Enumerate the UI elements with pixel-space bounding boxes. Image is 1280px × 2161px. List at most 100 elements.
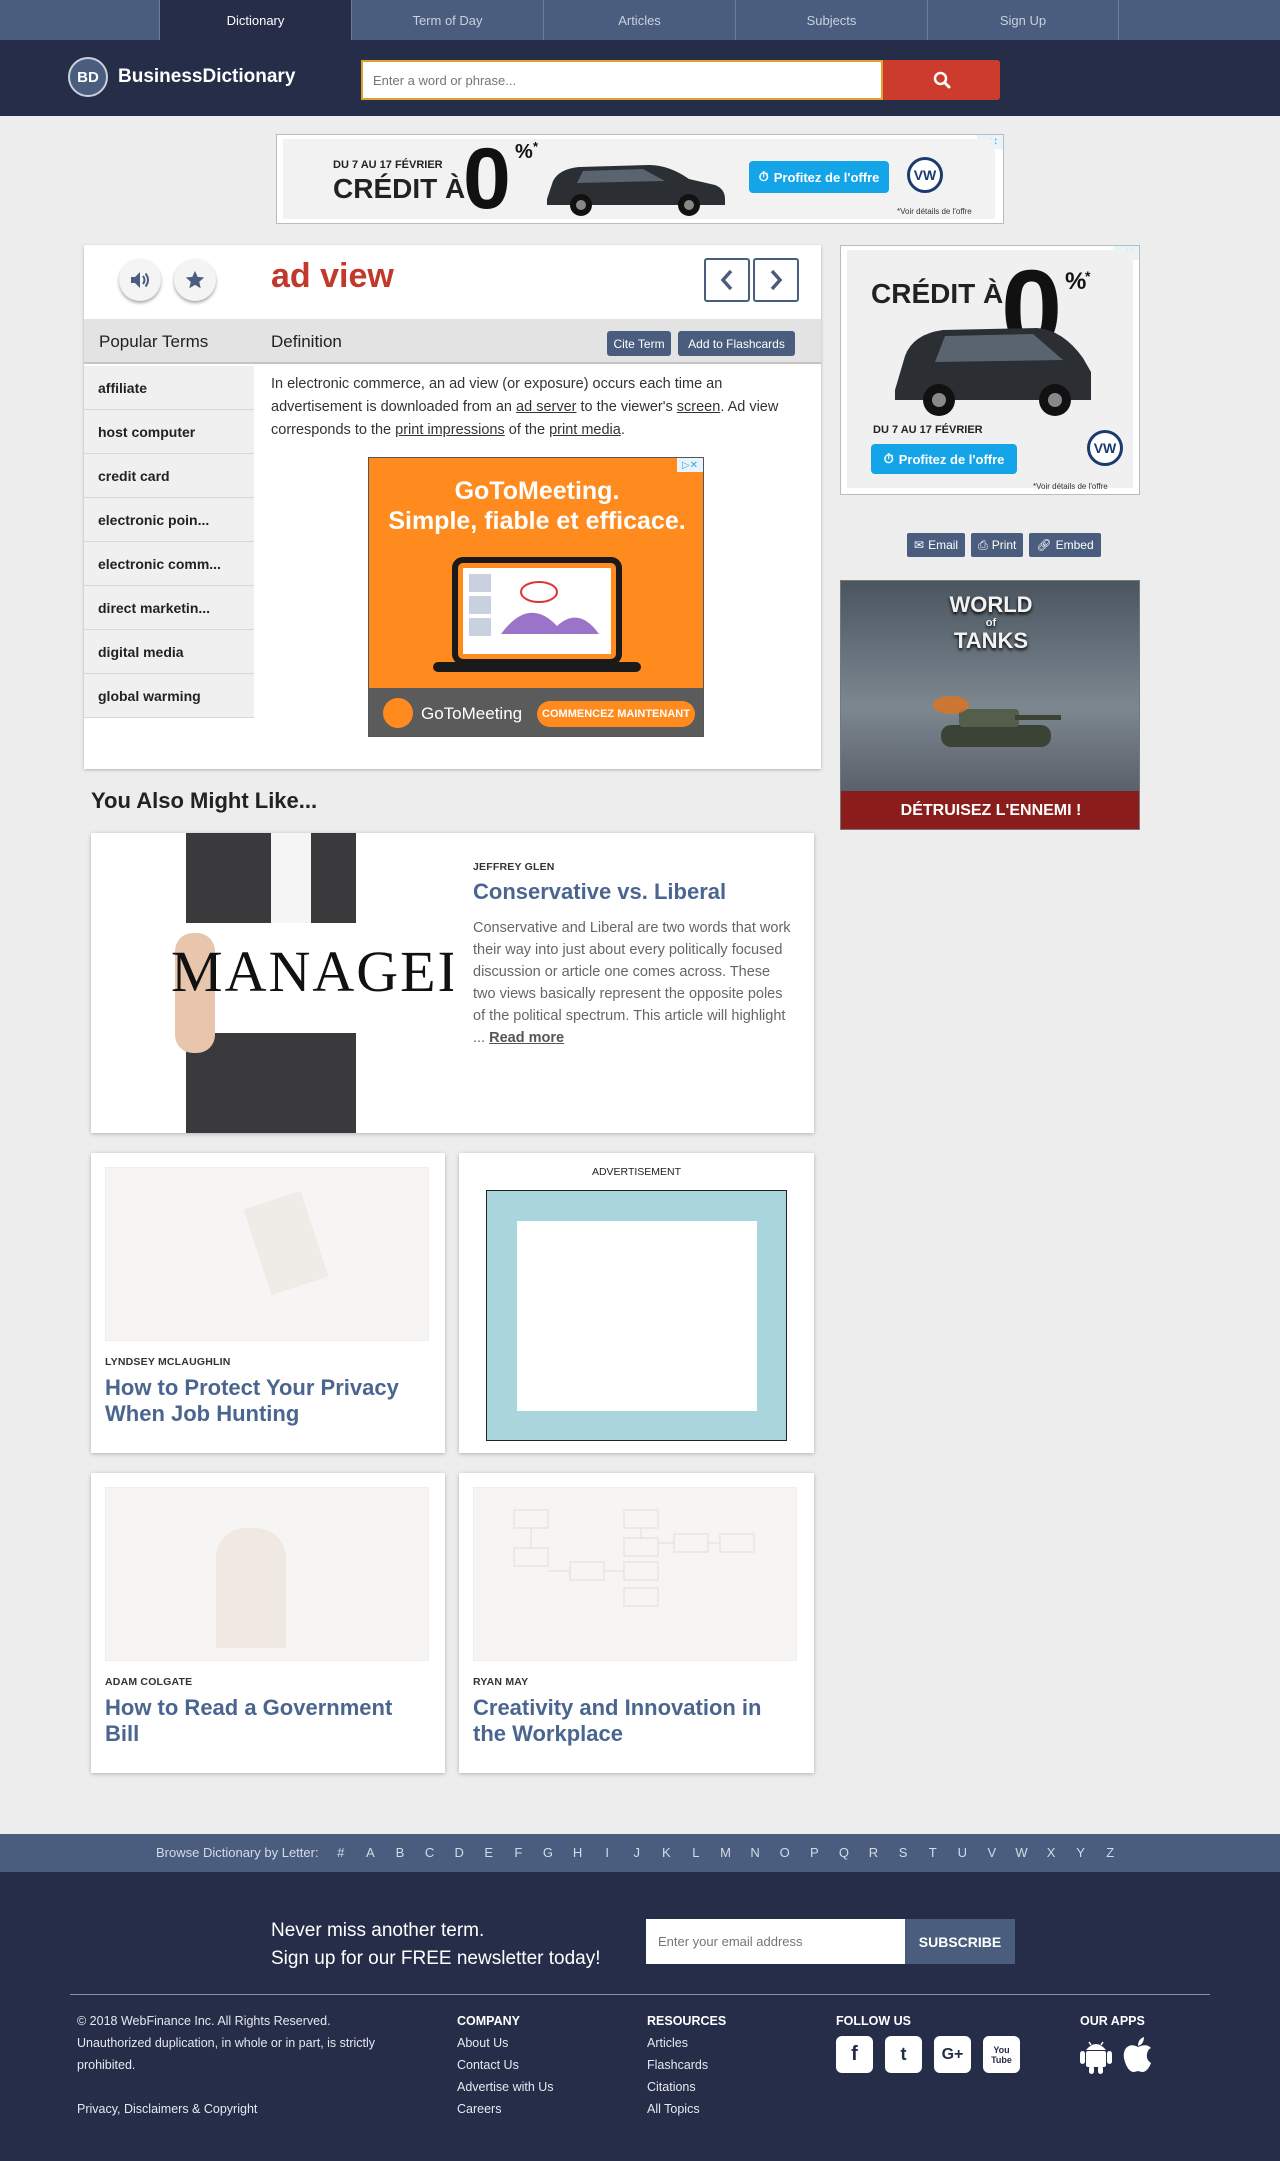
tab-sign-up[interactable]: Sign Up — [927, 0, 1119, 40]
popular-term-item[interactable]: direct marketin... — [84, 586, 254, 630]
right-sidebar-ad[interactable]: ▷✕ CRÉDIT À 0 % * DU 7 AU 17 FÉVRIER ⏱Pr… — [840, 245, 1140, 495]
next-term-button[interactable] — [753, 258, 799, 302]
browse-letter-link[interactable]: A — [356, 1845, 386, 1860]
site-logo[interactable]: BD BusinessDictionary — [68, 57, 295, 97]
footer-link-advertise[interactable]: Advertise with Us — [457, 2076, 554, 2098]
search-button[interactable] — [883, 60, 1000, 100]
browse-letter-link[interactable]: W — [1007, 1845, 1037, 1860]
browse-letter-link[interactable]: H — [563, 1845, 593, 1860]
adchoices-icon[interactable]: ▷✕ — [677, 458, 703, 472]
favorite-button[interactable] — [174, 259, 216, 301]
tab-dictionary[interactable]: Dictionary — [159, 0, 351, 40]
article-card[interactable]: RYAN MAY Creativity and Innovation in th… — [459, 1473, 814, 1773]
facebook-icon[interactable]: f — [836, 2036, 873, 2073]
browse-letter-link[interactable]: M — [711, 1845, 741, 1860]
apple-icon[interactable] — [1122, 2036, 1154, 2074]
browse-letter-link[interactable]: D — [444, 1845, 474, 1860]
article-author: JEFFREY GLEN — [473, 861, 555, 873]
browse-letter-link[interactable]: U — [947, 1845, 977, 1860]
footer-link-contact-us[interactable]: Contact Us — [457, 2054, 554, 2076]
browse-letter-link[interactable]: G — [533, 1845, 563, 1860]
top-banner-ad[interactable]: ▷✕ DU 7 AU 17 FÉVRIER CRÉDIT À 0 % * ⏱Pr… — [276, 134, 1004, 224]
advertisement-card[interactable]: ADVERTISEMENT — [459, 1153, 814, 1453]
browse-letter-link[interactable]: # — [326, 1845, 356, 1860]
footer-link-articles[interactable]: Articles — [647, 2032, 726, 2054]
email-button[interactable]: ✉ Email — [907, 533, 966, 557]
popular-term-item[interactable]: digital media — [84, 630, 254, 674]
browse-letter-link[interactable]: T — [918, 1845, 948, 1860]
tab-subjects[interactable]: Subjects — [735, 0, 927, 40]
link-print-media[interactable]: print media — [549, 422, 621, 438]
add-to-flashcards-button[interactable]: Add to Flashcards — [678, 331, 795, 356]
search-input[interactable] — [361, 60, 883, 100]
youtube-icon[interactable]: You Tube — [983, 2036, 1020, 2073]
browse-letter-link[interactable]: C — [415, 1845, 445, 1860]
subscribe-button[interactable]: SUBSCRIBE — [905, 1919, 1015, 1964]
browse-letter-link[interactable]: F — [504, 1845, 534, 1860]
browse-letter-link[interactable]: Q — [829, 1845, 859, 1860]
gtm-cta-button[interactable]: COMMENCEZ MAINTENANT — [537, 701, 695, 727]
browse-letter-link[interactable]: J — [622, 1845, 652, 1860]
featured-article-card[interactable]: MANAGEI JEFFREY GLEN Conservative vs. Li… — [91, 833, 814, 1133]
definition-text-part: . — [620, 422, 625, 438]
pronounce-button[interactable] — [119, 259, 161, 301]
previous-term-button[interactable] — [704, 258, 750, 302]
link-screen[interactable]: screen — [677, 399, 721, 415]
cite-term-button[interactable]: Cite Term — [607, 331, 671, 356]
article-card[interactable]: ADAM COLGATE How to Read a Government Bi… — [91, 1473, 445, 1773]
popular-term-item[interactable]: affiliate — [84, 366, 254, 410]
newsletter-email-input[interactable] — [646, 1919, 905, 1964]
article-title[interactable]: How to Protect Your Privacy When Job Hun… — [105, 1375, 425, 1427]
offer-button[interactable]: ⏱ Profitez de l'offre — [749, 161, 889, 193]
browse-letter-link[interactable]: S — [888, 1845, 918, 1860]
tab-term-of-day[interactable]: Term of Day — [351, 0, 543, 40]
footer-link-about-us[interactable]: About Us — [457, 2032, 554, 2054]
article-title[interactable]: How to Read a Government Bill — [105, 1695, 425, 1747]
google-plus-icon[interactable]: G+ — [934, 2036, 971, 2073]
definition-panel: ad view Popular Terms Definition Cite Te… — [84, 245, 821, 769]
link-ad-server[interactable]: ad server — [516, 399, 576, 415]
browse-letter-link[interactable]: Z — [1095, 1845, 1125, 1860]
browse-letter-link[interactable]: K — [652, 1845, 682, 1860]
link-print-impressions[interactable]: print impressions — [395, 422, 505, 438]
browse-letter-link[interactable]: P — [800, 1845, 830, 1860]
gtm-brand: GoToMeeting — [421, 704, 523, 723]
offer-button[interactable]: ⏱ Profitez de l'offre — [871, 444, 1017, 474]
privacy-link[interactable]: Privacy, Disclaimers & Copyright — [77, 2098, 422, 2120]
footer-link-flashcards[interactable]: Flashcards — [647, 2054, 726, 2076]
browse-letter-link[interactable]: B — [385, 1845, 415, 1860]
footer-link-careers[interactable]: Careers — [457, 2098, 554, 2120]
world-of-tanks-ad[interactable]: ▷✕ WORLD of TANKS DÉTRUISEZ L'ENNEMI ! — [840, 580, 1140, 830]
article-title[interactable]: Creativity and Innovation in the Workpla… — [473, 1695, 793, 1747]
tab-articles[interactable]: Articles — [543, 0, 735, 40]
popular-term-item[interactable]: global warming — [84, 674, 254, 718]
browse-letter-link[interactable]: O — [770, 1845, 800, 1860]
popular-term-item[interactable]: credit card — [84, 454, 254, 498]
android-icon[interactable] — [1080, 2036, 1112, 2074]
laptop-image — [433, 557, 641, 672]
wot-cta[interactable]: DÉTRUISEZ L'ENNEMI ! — [841, 791, 1139, 829]
read-more-link[interactable]: Read more — [489, 1030, 564, 1046]
browse-letter-link[interactable]: L — [681, 1845, 711, 1860]
browse-letter-link[interactable]: I — [592, 1845, 622, 1860]
flowchart-image — [513, 1509, 755, 1607]
popular-term-item[interactable]: electronic comm... — [84, 542, 254, 586]
article-card[interactable]: LYNDSEY MCLAUGHLIN How to Protect Your P… — [91, 1153, 445, 1453]
footer-link-all-topics[interactable]: All Topics — [647, 2098, 726, 2120]
browse-letter-link[interactable]: Y — [1066, 1845, 1096, 1860]
gotomeeting-ad[interactable]: ▷✕ GoToMeeting. Simple, fiable et effica… — [368, 457, 704, 737]
print-button[interactable]: ⎙ Print — [971, 533, 1024, 557]
browse-letter-link[interactable]: E — [474, 1845, 504, 1860]
popular-term-item[interactable]: host computer — [84, 410, 254, 454]
popular-term-item[interactable]: electronic poin... — [84, 498, 254, 542]
browse-letter-link[interactable]: V — [977, 1845, 1007, 1860]
definition-text: In electronic commerce, an ad view (or e… — [271, 373, 806, 442]
browse-letter-link[interactable]: N — [740, 1845, 770, 1860]
twitter-icon[interactable]: t — [885, 2036, 922, 2073]
browse-letter-link[interactable]: X — [1036, 1845, 1066, 1860]
embed-button[interactable]: 🔗︎ Embed — [1029, 533, 1101, 557]
footer-link-citations[interactable]: Citations — [647, 2076, 726, 2098]
article-title[interactable]: Conservative vs. Liberal — [473, 879, 726, 905]
advertisement-label: ADVERTISEMENT — [591, 1166, 682, 1178]
browse-letter-link[interactable]: R — [859, 1845, 889, 1860]
